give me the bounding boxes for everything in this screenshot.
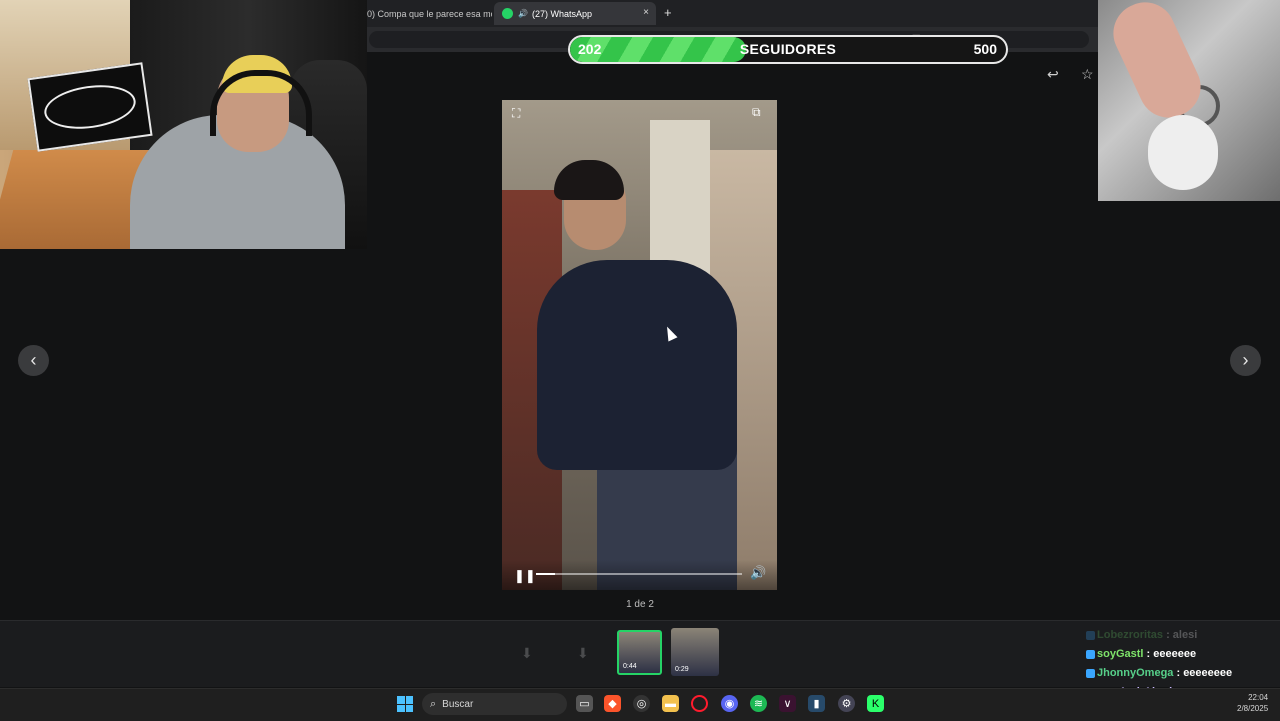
clock-time: 22:04 [1248,693,1269,702]
file-explorer-icon[interactable]: ▬ [662,695,679,712]
chat-separator: : [1163,629,1173,641]
chat-badge-icon [1086,668,1095,678]
new-tab-button[interactable]: + [664,5,672,20]
pause-icon[interactable]: ❚❚ [514,568,536,584]
chat-text: eeeeeee [1153,648,1197,660]
video-scene-sweater [537,260,737,470]
media-counter: 1 de 2 [626,599,654,610]
goal-target: 500 [973,41,997,57]
download-icon[interactable]: ⬇ [577,645,589,662]
volume-icon[interactable]: 🔊 [750,565,766,581]
chat-separator: : [1143,648,1154,660]
chevron-left-icon: ‹ [30,350,37,370]
chat-text: eeeeeeee [1183,667,1233,679]
speaker-icon: 🔊 [518,9,528,18]
opera-gx-icon[interactable] [691,695,708,712]
close-tab-icon[interactable]: × [643,7,649,18]
previous-media-button[interactable]: ‹ [18,345,49,376]
windows-start-icon[interactable] [397,696,413,712]
chat-badge-icon [1086,649,1095,659]
search-icon: ⌕ [430,697,437,710]
chat-username[interactable]: JhonnyOmega [1097,667,1173,679]
webcam-overlay [0,0,367,249]
settings-gear-icon[interactable]: ⚙ [838,695,855,712]
chat-username[interactable]: soyGastl [1097,648,1143,660]
discord-icon[interactable]: ◉ [721,695,738,712]
thumbnail-video-2[interactable]: 0:29 [671,628,719,676]
chat-username[interactable]: Lobezroritas [1097,629,1163,641]
reply-icon[interactable]: ↩ [1047,66,1059,83]
obs-icon[interactable]: ◎ [633,695,650,712]
chat-separator: : [1173,667,1184,679]
kick-icon[interactable]: K [867,695,884,712]
video-progress-track[interactable] [536,573,742,575]
media-video[interactable]: ⛶ ⧉ ❚❚ 🔊 [502,100,777,590]
star-icon[interactable]: ☆ [1081,66,1094,83]
premiere-icon[interactable]: ∨ [779,695,796,712]
tab-label: (27) WhatsApp [531,8,592,19]
thumbnail-duration: 0:44 [623,663,637,670]
thumbnail-video-1[interactable]: 0:44 [617,630,662,675]
picture-in-picture-icon[interactable]: ⧉ [752,105,761,120]
brave-browser-icon[interactable]: ◆ [604,695,621,712]
task-view-icon[interactable]: ▭ [576,695,593,712]
next-media-button[interactable]: › [1230,345,1261,376]
clip-overlay [1098,0,1280,201]
video-scene-hair [554,160,624,200]
poster-logo [41,79,139,135]
search-placeholder: Buscar [442,698,474,710]
video-progress-fill [536,573,555,575]
video-controls [502,560,777,590]
follower-goal-bar: 202 SEGUIDORES 500 [568,35,1008,64]
chat-message: Lobezroritas : alesi [1086,626,1197,644]
clock-date: 2/8/2025 [1237,704,1269,713]
clip-bag [1148,115,1218,190]
chat-text: alesi [1172,629,1198,641]
spotify-icon[interactable]: ≋ [750,695,767,712]
download-icon[interactable]: ⬇ [521,645,533,662]
whatsapp-icon [502,8,513,19]
fullscreen-icon[interactable]: ⛶ [512,106,520,121]
tab-compa[interactable]: 0) Compa que le parece esa mon: [367,2,492,25]
tab-whatsapp[interactable]: 🔊 (27) WhatsApp × [494,2,656,25]
chat-badge-icon [1086,630,1095,640]
chevron-right-icon: › [1242,350,1249,370]
chat-message: JhonnyOmega : eeeeeeee [1086,664,1232,682]
taskbar-clock: 22:04 2/8/2025 [1237,692,1268,714]
chat-message: soyGastl : eeeeeee [1086,645,1196,663]
goal-label: SEGUIDORES [739,41,837,57]
thumbnail-duration: 0:29 [675,666,689,673]
taskbar-search[interactable]: ⌕ Buscar [422,693,567,715]
app-icon[interactable]: ▮ [808,695,825,712]
tab-label: 0) Compa que le parece esa mon: [367,8,492,19]
